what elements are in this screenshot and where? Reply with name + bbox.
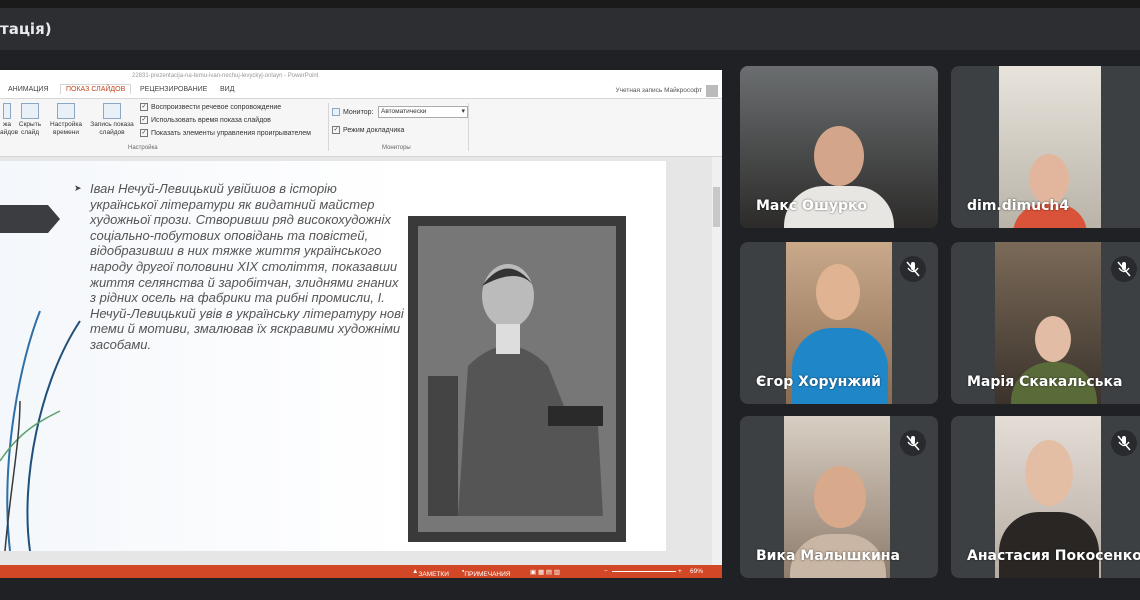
zoom-out-button[interactable]: − (604, 568, 608, 575)
rehearse-timings-button[interactable]: Настройка времени (47, 103, 85, 137)
zoom-in-button[interactable]: + (678, 568, 682, 575)
hide-slide-icon (21, 103, 39, 119)
slide-editor-area: ➤ Іван Нечуй-Левицький увійшов в історію… (0, 157, 712, 565)
ppt-filename: 22831-prezentacija-na-temu-ivan-nechuj-l… (132, 73, 319, 79)
participant-tile[interactable]: dim.dimuch4 (951, 66, 1140, 228)
participant-tile[interactable]: Макс Ошурко (740, 66, 938, 228)
ppt-status-bar: ▲ ЗАМЕТКИ ▪ ПРИМЕЧАНИЯ ▣ ▦ ▤ ▥ − + 69% (0, 565, 722, 578)
participant-body (792, 328, 888, 404)
ribbon-separator (328, 103, 329, 151)
checkbox-media-controls-label: Показать элементы управления проигрывате… (151, 129, 311, 137)
monitor-dropdown[interactable]: Автоматически (378, 106, 468, 118)
tab-animation[interactable]: АНИМАЦИЯ (8, 86, 49, 93)
timer-icon (57, 103, 75, 119)
participant-name: Вика Малышкина (756, 548, 900, 564)
muted-mic-icon (900, 256, 926, 282)
participant-tile[interactable]: Єгор Хорунжий (740, 242, 938, 404)
portrait-image (408, 216, 626, 542)
participant-tile[interactable]: Анастасия Покосенко (951, 416, 1140, 578)
record-slideshow-label: Запись показа слайдов (90, 121, 134, 136)
muted-mic-icon (1111, 256, 1137, 282)
participant-head (1025, 440, 1073, 506)
group-label-setup: Настройка (128, 145, 158, 151)
presenter-view-label: Режим докладчика (343, 126, 405, 134)
monitor-label-row: Монитор: (332, 108, 373, 116)
checkbox-icon: ✓ (140, 103, 148, 111)
slideshow-icon (3, 103, 11, 119)
record-icon (103, 103, 121, 119)
notes-label: ЗАМЕТКИ (418, 571, 449, 578)
tab-slideshow[interactable]: ПОКАЗ СЛАЙДОВ (60, 84, 132, 94)
checkbox-use-timings-label: Использовать время показа слайдов (151, 116, 271, 124)
checkbox-media-controls[interactable]: ✓ Показать элементы управления проигрыват… (140, 129, 311, 137)
slide-arrow-shape (0, 205, 60, 233)
scrollbar-thumb[interactable] (713, 187, 720, 227)
meeting-title-bar: тація) (0, 8, 1140, 50)
checkbox-icon: ✓ (140, 129, 148, 137)
monitor-label: Монитор: (343, 108, 374, 116)
account-avatar[interactable] (706, 85, 718, 97)
ppt-title-bar: 22831-prezentacija-na-temu-ivan-nechuj-l… (0, 70, 722, 82)
participant-head (816, 264, 860, 320)
group-label-monitors: Мониторы (382, 145, 411, 151)
participant-name: Єгор Хорунжий (756, 374, 881, 390)
zoom-slider[interactable] (612, 571, 676, 572)
checkbox-narration-label: Воспроизвести речевое сопровождение (151, 103, 282, 111)
ppt-ribbon: жа айдов Скрыть слайд Настройка времени … (0, 99, 722, 157)
muted-mic-icon (900, 430, 926, 456)
monitor-icon (332, 108, 340, 116)
tab-view[interactable]: ВИД (220, 86, 234, 93)
participant-body (999, 512, 1099, 578)
tab-review[interactable]: РЕЦЕНЗИРОВАНИЕ (140, 86, 207, 93)
account-label[interactable]: Учетная запись Майкрософт (615, 87, 702, 94)
checkbox-use-timings[interactable]: ✓ Использовать время показа слайдов (140, 116, 271, 124)
ppt-ribbon-tabs: АНИМАЦИЯ ПОКАЗ СЛАЙДОВ РЕЦЕНЗИРОВАНИЕ ВИ… (0, 84, 722, 99)
bullet-icon: ➤ (74, 183, 82, 193)
notes-button[interactable]: ▲ ЗАМЕТКИ (412, 568, 449, 578)
participant-name: Анастасия Покосенко (967, 548, 1140, 564)
participant-tile[interactable]: Марія Скакальська (951, 242, 1140, 404)
participant-head (1029, 154, 1069, 204)
slide-body-text: Іван Нечуй-Левицький увійшов в історію у… (90, 181, 404, 352)
comments-button[interactable]: ▪ ПРИМЕЧАНИЯ (462, 568, 510, 578)
participant-head (1035, 316, 1071, 362)
slide-scrollbar[interactable] (712, 157, 722, 565)
record-slideshow-button[interactable]: Запись показа слайдов (86, 103, 138, 137)
checkbox-narration[interactable]: ✓ Воспроизвести речевое сопровождение (140, 103, 281, 111)
participant-name: Марія Скакальська (967, 374, 1123, 390)
ribbon-separator (468, 103, 469, 151)
shared-powerpoint-window: 22831-prezentacija-na-temu-ivan-nechuj-l… (0, 70, 722, 578)
comments-label: ПРИМЕЧАНИЯ (464, 571, 511, 578)
checkbox-icon: ✓ (140, 116, 148, 124)
participant-head (814, 466, 866, 528)
view-buttons[interactable]: ▣ ▦ ▤ ▥ (530, 568, 560, 576)
zoom-level[interactable]: 69% (690, 568, 703, 575)
participant-name: dim.dimuch4 (967, 198, 1070, 214)
slide-canvas[interactable]: ➤ Іван Нечуй-Левицький увійшов в історію… (0, 161, 666, 551)
participant-head (814, 126, 864, 186)
participant-tile[interactable]: Вика Малышкина (740, 416, 938, 578)
hide-slide-label: Скрыть слайд (18, 121, 42, 136)
ribbon-button-partial[interactable]: жа айдов (0, 103, 18, 137)
top-strip (0, 0, 1140, 8)
hide-slide-button[interactable]: Скрыть слайд (15, 103, 45, 137)
portrait-photo (408, 216, 626, 542)
checkbox-icon: ✓ (332, 126, 340, 134)
muted-mic-icon (1111, 430, 1137, 456)
ribbon-button-partial-label: жа (3, 121, 11, 128)
rehearse-timings-label: Настройка времени (50, 121, 82, 136)
participant-name: Макс Ошурко (756, 198, 868, 214)
meeting-title: тація) (0, 20, 52, 38)
checkbox-presenter-view[interactable]: ✓ Режим докладчика (332, 126, 404, 134)
